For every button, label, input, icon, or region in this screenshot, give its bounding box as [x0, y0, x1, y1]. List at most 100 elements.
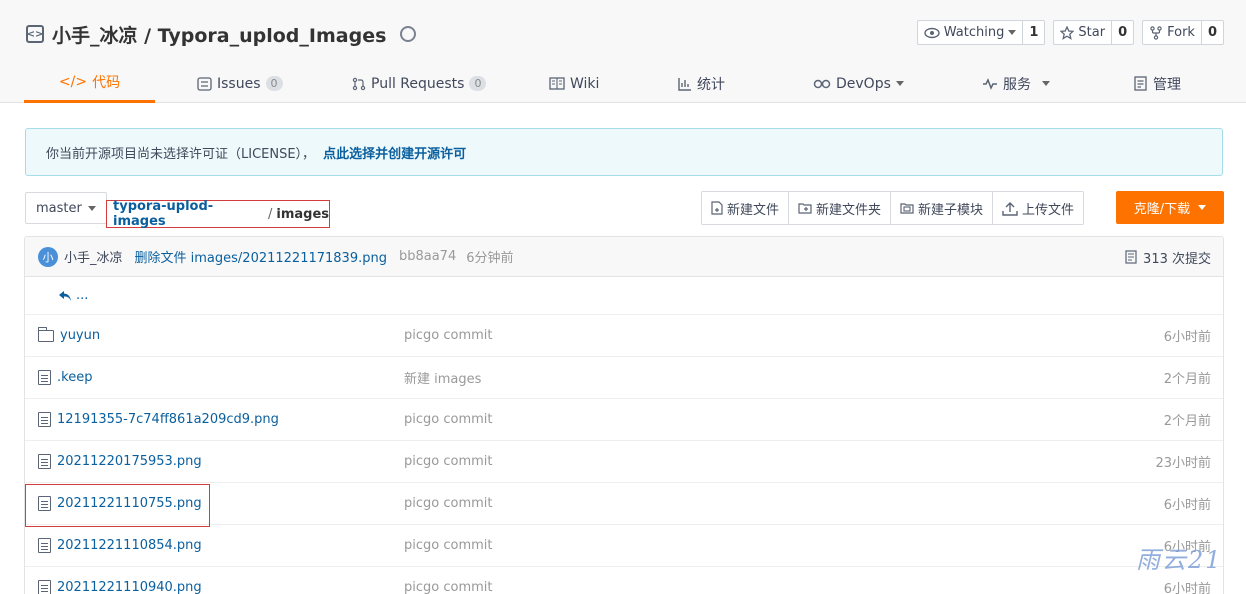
watch-count[interactable]: 1 — [1023, 21, 1044, 44]
star-button[interactable]: Star 0 — [1053, 20, 1135, 45]
tab-devops[interactable]: DevOps — [813, 64, 904, 103]
tab-stats[interactable]: 统计 — [678, 64, 725, 103]
commit-message[interactable]: 删除文件 images/20211221171839.png — [135, 247, 387, 266]
tab-manage[interactable]: 管理 — [1134, 64, 1181, 103]
avatar[interactable]: 小 — [38, 246, 58, 267]
fork-count[interactable]: 0 — [1202, 21, 1223, 44]
star-count[interactable]: 0 — [1112, 21, 1133, 44]
fork-button[interactable]: Fork 0 — [1142, 20, 1224, 45]
tab-wiki[interactable]: Wiki — [549, 64, 599, 103]
upload-file-button[interactable]: 上传文件 — [993, 192, 1084, 224]
tab-pull-requests-label: Pull Requests — [371, 75, 465, 92]
chevron-down-icon — [87, 205, 96, 211]
table-row: 12191355-7c74ff861a209cd9.png picgo comm… — [25, 399, 1223, 441]
file-name-link[interactable]: 20211221110940.png — [38, 567, 202, 594]
tab-wiki-label: Wiki — [570, 75, 600, 92]
repo-tabs: </> 代码 Issues 0 Pull Requests 0 Wiki 统计 … — [24, 64, 1224, 103]
clone-download-label: 克隆/下载 — [1133, 202, 1191, 217]
chevron-down-icon — [895, 81, 904, 86]
new-file-button[interactable]: 新建文件 — [702, 192, 790, 224]
verified-badge-icon — [400, 26, 417, 42]
parent-dir-row[interactable]: ... — [25, 277, 1223, 315]
table-row: 20211221110854.png picgo commit 6小时前 — [25, 525, 1223, 567]
breadcrumb-repo-link[interactable]: typora-uplod-images — [113, 199, 264, 229]
repo-title-bar: <> 小手_冰凉 / Typora_uplod_Images — [26, 20, 417, 48]
file-table: 小 小手_冰凉 删除文件 images/20211221171839.png b… — [24, 236, 1224, 594]
table-row: .keep 新建 images 2个月前 — [25, 357, 1223, 399]
repo-code-icon: <> — [26, 25, 44, 43]
new-submodule-button[interactable]: 新建子模块 — [891, 192, 994, 224]
breadcrumb: typora-uplod-images / images — [106, 199, 330, 229]
file-commit-message[interactable]: picgo commit — [404, 441, 493, 482]
commit-count: 313 次提交 — [1143, 251, 1211, 267]
chevron-down-icon — [1198, 205, 1207, 210]
branch-select[interactable]: master — [25, 192, 107, 224]
file-actions: 新建文件 新建文件夹 新建子模块 上传文件 — [701, 191, 1085, 225]
manage-icon — [1134, 76, 1147, 91]
tab-code[interactable]: </> 代码 — [24, 64, 155, 103]
tab-pull-requests[interactable]: Pull Requests 0 — [352, 64, 487, 103]
breadcrumb-current-dir: images — [276, 206, 329, 222]
file-commit-time: 2个月前 — [1163, 414, 1211, 429]
file-commit-time: 6小时前 — [1163, 498, 1211, 513]
commit-count-link[interactable]: 313 次提交 — [1125, 237, 1211, 277]
file-commit-message[interactable]: picgo commit — [404, 399, 493, 440]
commit-author[interactable]: 小手_冰凉 — [64, 247, 123, 266]
watermark: 雨云21 — [1136, 546, 1223, 574]
commit-sha[interactable]: bb8aa74 — [399, 249, 456, 264]
commit-time: 6分钟前 — [466, 251, 514, 266]
chevron-down-icon — [1008, 30, 1017, 35]
fork-icon — [1150, 25, 1162, 40]
upload-icon — [1002, 201, 1018, 216]
file-commit-message[interactable]: picgo commit — [404, 315, 493, 356]
file-name: 20211221110940.png — [57, 580, 202, 594]
file-name: .keep — [57, 370, 93, 385]
issues-icon — [197, 76, 212, 91]
eye-icon — [924, 27, 940, 38]
latest-commit-bar: 小 小手_冰凉 删除文件 images/20211221171839.png b… — [25, 237, 1223, 277]
file-commit-message[interactable]: picgo commit — [404, 483, 493, 524]
file-commit-time: 23小时前 — [1155, 456, 1211, 471]
license-banner: 你当前开源项目尚未选择许可证（LICENSE）， 点此选择并创建开源许可 — [25, 128, 1223, 176]
folder-icon — [37, 326, 54, 342]
file-name-link[interactable]: yuyun — [37, 315, 101, 356]
file-name-link[interactable]: .keep — [38, 357, 92, 398]
file-name: 20211221110854.png — [57, 538, 202, 553]
table-row: 20211220175953.png picgo commit 23小时前 — [25, 441, 1223, 483]
parent-dir-link[interactable]: ... — [58, 288, 88, 303]
file-icon — [38, 580, 51, 594]
submodule-icon — [900, 203, 914, 214]
file-icon — [38, 454, 51, 469]
chevron-down-icon — [1042, 81, 1050, 86]
service-icon — [983, 77, 997, 90]
file-name-link[interactable]: 12191355-7c74ff861a209cd9.png — [38, 399, 279, 440]
parent-dir-label: ... — [76, 288, 89, 303]
file-commit-message[interactable]: picgo commit — [404, 525, 493, 566]
tab-issues[interactable]: Issues 0 — [197, 64, 283, 103]
watch-button[interactable]: Watching 1 — [916, 20, 1046, 45]
file-commit-message[interactable]: picgo commit — [404, 567, 493, 594]
file-commit-message[interactable]: 新建 images — [404, 357, 481, 398]
devops-icon — [813, 79, 831, 88]
tab-service[interactable]: 服务 — [982, 64, 1050, 103]
commits-icon — [1125, 250, 1137, 264]
repo-name[interactable]: 小手_冰凉 / Typora_uplod_Images — [52, 21, 386, 48]
clone-download-button[interactable]: 克隆/下载 — [1116, 191, 1224, 224]
file-name-link[interactable]: 20211220175953.png — [38, 441, 202, 482]
file-name: yuyun — [60, 328, 101, 343]
new-folder-label: 新建文件夹 — [816, 202, 882, 218]
star-label: Star — [1078, 25, 1106, 40]
file-name: 20211220175953.png — [57, 454, 202, 469]
watch-label: Watching — [943, 25, 1005, 40]
new-folder-button[interactable]: 新建文件夹 — [789, 192, 892, 224]
file-name: 12191355-7c74ff861a209cd9.png — [57, 412, 279, 427]
code-icon: </> — [58, 74, 88, 90]
back-arrow-icon — [59, 290, 71, 301]
table-row: 20211221110940.png picgo commit 6小时前 — [25, 567, 1223, 594]
license-text: 你当前开源项目尚未选择许可证（LICENSE）， — [46, 146, 316, 162]
tab-manage-label: 管理 — [1153, 76, 1181, 93]
tab-issues-count: 0 — [265, 76, 283, 91]
file-name-link[interactable]: 20211221110854.png — [38, 525, 202, 566]
license-create-link[interactable]: 点此选择并创建开源许可 — [323, 143, 466, 162]
repo-actions: Watching 1 Star 0 Fork 0 — [916, 20, 1224, 45]
